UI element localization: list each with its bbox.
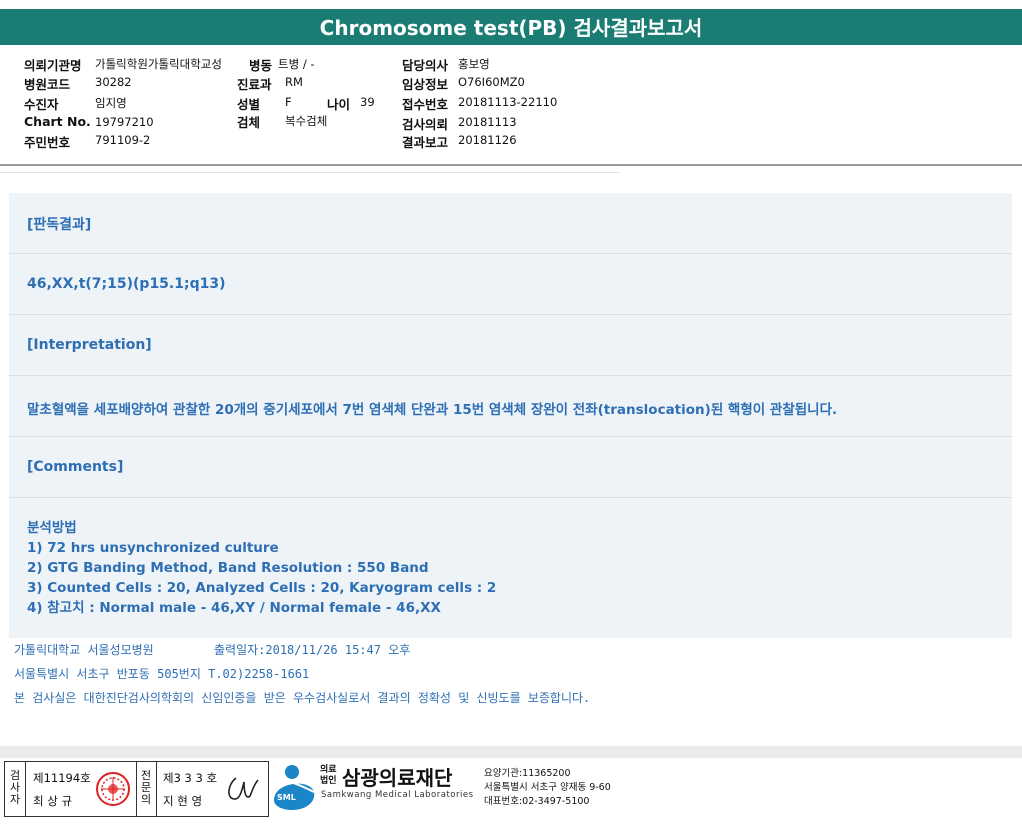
patient-value: 임지영 — [95, 96, 127, 110]
receipt-label: 접수번호 — [402, 97, 449, 112]
official-seal-icon — [96, 772, 130, 806]
reading-heading: [판독결과] — [27, 217, 92, 233]
report-header: 의뢰기관명 가톨릭학원가톨릭대학교성 병동 트병 / - 담당의사 홍보영 병원… — [0, 46, 1022, 166]
patient-label: 수진자 — [24, 97, 59, 112]
age-value: 39 — [360, 95, 375, 109]
receipt-value: 20181113-22110 — [458, 95, 558, 109]
org-address-line: 서울특별시 서초구 양재동 9-60 — [484, 782, 611, 793]
inspector-label-cell: 검 사 자 — [5, 762, 26, 816]
method-item: 2) GTG Banding Method, Band Resolution :… — [27, 560, 429, 576]
comments-section: [Comments] — [9, 436, 1012, 498]
age-label: 나이 — [327, 97, 351, 112]
method-block: 분석방법 1) 72 hrs unsynchronized culture 2)… — [27, 518, 496, 618]
inspector-cell: 제11194호 최 상 규 — [25, 762, 137, 816]
header-divider — [0, 172, 620, 173]
reading-section: [판독결과] — [9, 193, 1012, 253]
org-code-line: 요양기관:11365200 — [484, 768, 571, 779]
legal-entity-label: 의료 법인 — [320, 765, 337, 786]
doctor-value: 홍보영 — [458, 57, 490, 71]
clinical-value: O76I60MZ0 — [458, 75, 525, 89]
hospital-code-label: 병원코드 — [24, 77, 71, 92]
sex-label: 성별 — [237, 97, 261, 112]
footer-hospital: 가톨릭대학교 서울성모병원 — [14, 643, 154, 657]
rrn-label: 주민번호 — [24, 135, 71, 150]
interpretation-heading: [Interpretation] — [27, 337, 152, 353]
report-label: 결과보고 — [402, 135, 449, 150]
org-english-name: Samkwang Medical Laboratories — [321, 790, 474, 800]
signature-icon — [228, 777, 259, 800]
method-section: 분석방법 1) 72 hrs unsynchronized culture 2)… — [9, 497, 1012, 639]
signature-box: 검 사 자 제11194호 최 상 규 전 문 의 제3 3 3 호 지 현 영 — [4, 761, 269, 817]
chart-label: Chart No. — [24, 114, 91, 129]
karyotype-section: 46,XX,t(7;15)(p15.1;q13) — [9, 253, 1012, 315]
clinical-label: 임상정보 — [402, 77, 449, 92]
footer-print-date: 출력일자:2018/11/26 15:47 오후 — [214, 643, 411, 657]
org-phone-line: 대표번호:02-3497-5100 — [484, 796, 590, 807]
result-panel: [판독결과] 46,XX,t(7;15)(p15.1;q13) [Interpr… — [9, 193, 1012, 638]
chart-value: 19797210 — [95, 115, 154, 129]
method-item: 1) 72 hrs unsynchronized culture — [27, 540, 279, 556]
karyotype-result: 46,XX,t(7;15)(p15.1;q13) — [27, 276, 226, 292]
inspector-license-no: 제11194호 — [33, 771, 91, 785]
org-name: 삼광의료재단 — [342, 766, 453, 790]
specialist-cell: 제3 3 3 호 지 현 영 — [156, 762, 268, 816]
method-item: 4) 참고치 : Normal male - 46,XY / Normal fe… — [27, 600, 441, 616]
sml-logo-icon — [274, 765, 315, 810]
sex-value: F — [285, 95, 292, 109]
report-title: Chromosome test(PB) 검사결과보고서 — [0, 9, 1022, 45]
footer-address: 서울특별시 서초구 반포동 505번지 T.02)2258-1661 — [14, 667, 310, 681]
ward-value: 트병 / - — [278, 57, 315, 71]
method-item: 3) Counted Cells : 20, Analyzed Cells : … — [27, 580, 497, 596]
request-label: 검사의뢰 — [402, 117, 449, 132]
specialist-license-no: 제3 3 3 호 — [163, 771, 218, 785]
dept-label: 진료과 — [237, 77, 272, 92]
logo-abbr: SML — [277, 793, 296, 802]
ward-label: 병동 — [249, 58, 273, 73]
footer-certification: 본 검사실은 대한진단검사의학회의 신임인증을 받은 우수검사실로서 결과의 정… — [14, 691, 591, 705]
specimen-value: 복수검체 — [285, 114, 328, 128]
hospital-code-value: 30282 — [95, 75, 132, 89]
institution-label: 의뢰기관명 — [24, 58, 82, 73]
report-value: 20181126 — [458, 133, 517, 147]
specialist-label-cell: 전 문 의 — [136, 762, 157, 816]
interpretation-heading-section: [Interpretation] — [9, 314, 1012, 376]
request-value: 20181113 — [458, 115, 517, 129]
sml-logo: SML — [270, 762, 320, 814]
inspector-vertical-label: 검 사 자 — [9, 769, 21, 806]
specialist-name: 지 현 영 — [163, 794, 203, 808]
comments-heading: [Comments] — [27, 459, 124, 475]
interpretation-text: 말초혈액을 세포배양하여 관찰한 20개의 중기세포에서 7번 염색체 단완과 … — [27, 402, 838, 418]
interpretation-section: 말초혈액을 세포배양하여 관찰한 20개의 중기세포에서 7번 염색체 단완과 … — [9, 375, 1012, 437]
specimen-label: 검체 — [237, 115, 261, 130]
method-heading: 분석방법 — [27, 520, 77, 536]
rrn-value: 791109-2 — [95, 133, 151, 147]
institution-value: 가톨릭학원가톨릭대학교성 — [95, 57, 222, 71]
footer-divider — [0, 746, 1022, 758]
dept-value: RM — [285, 75, 303, 89]
specialist-vertical-label: 전 문 의 — [140, 769, 152, 806]
doctor-label: 담당의사 — [402, 58, 449, 73]
inspector-name: 최 상 규 — [33, 794, 73, 808]
